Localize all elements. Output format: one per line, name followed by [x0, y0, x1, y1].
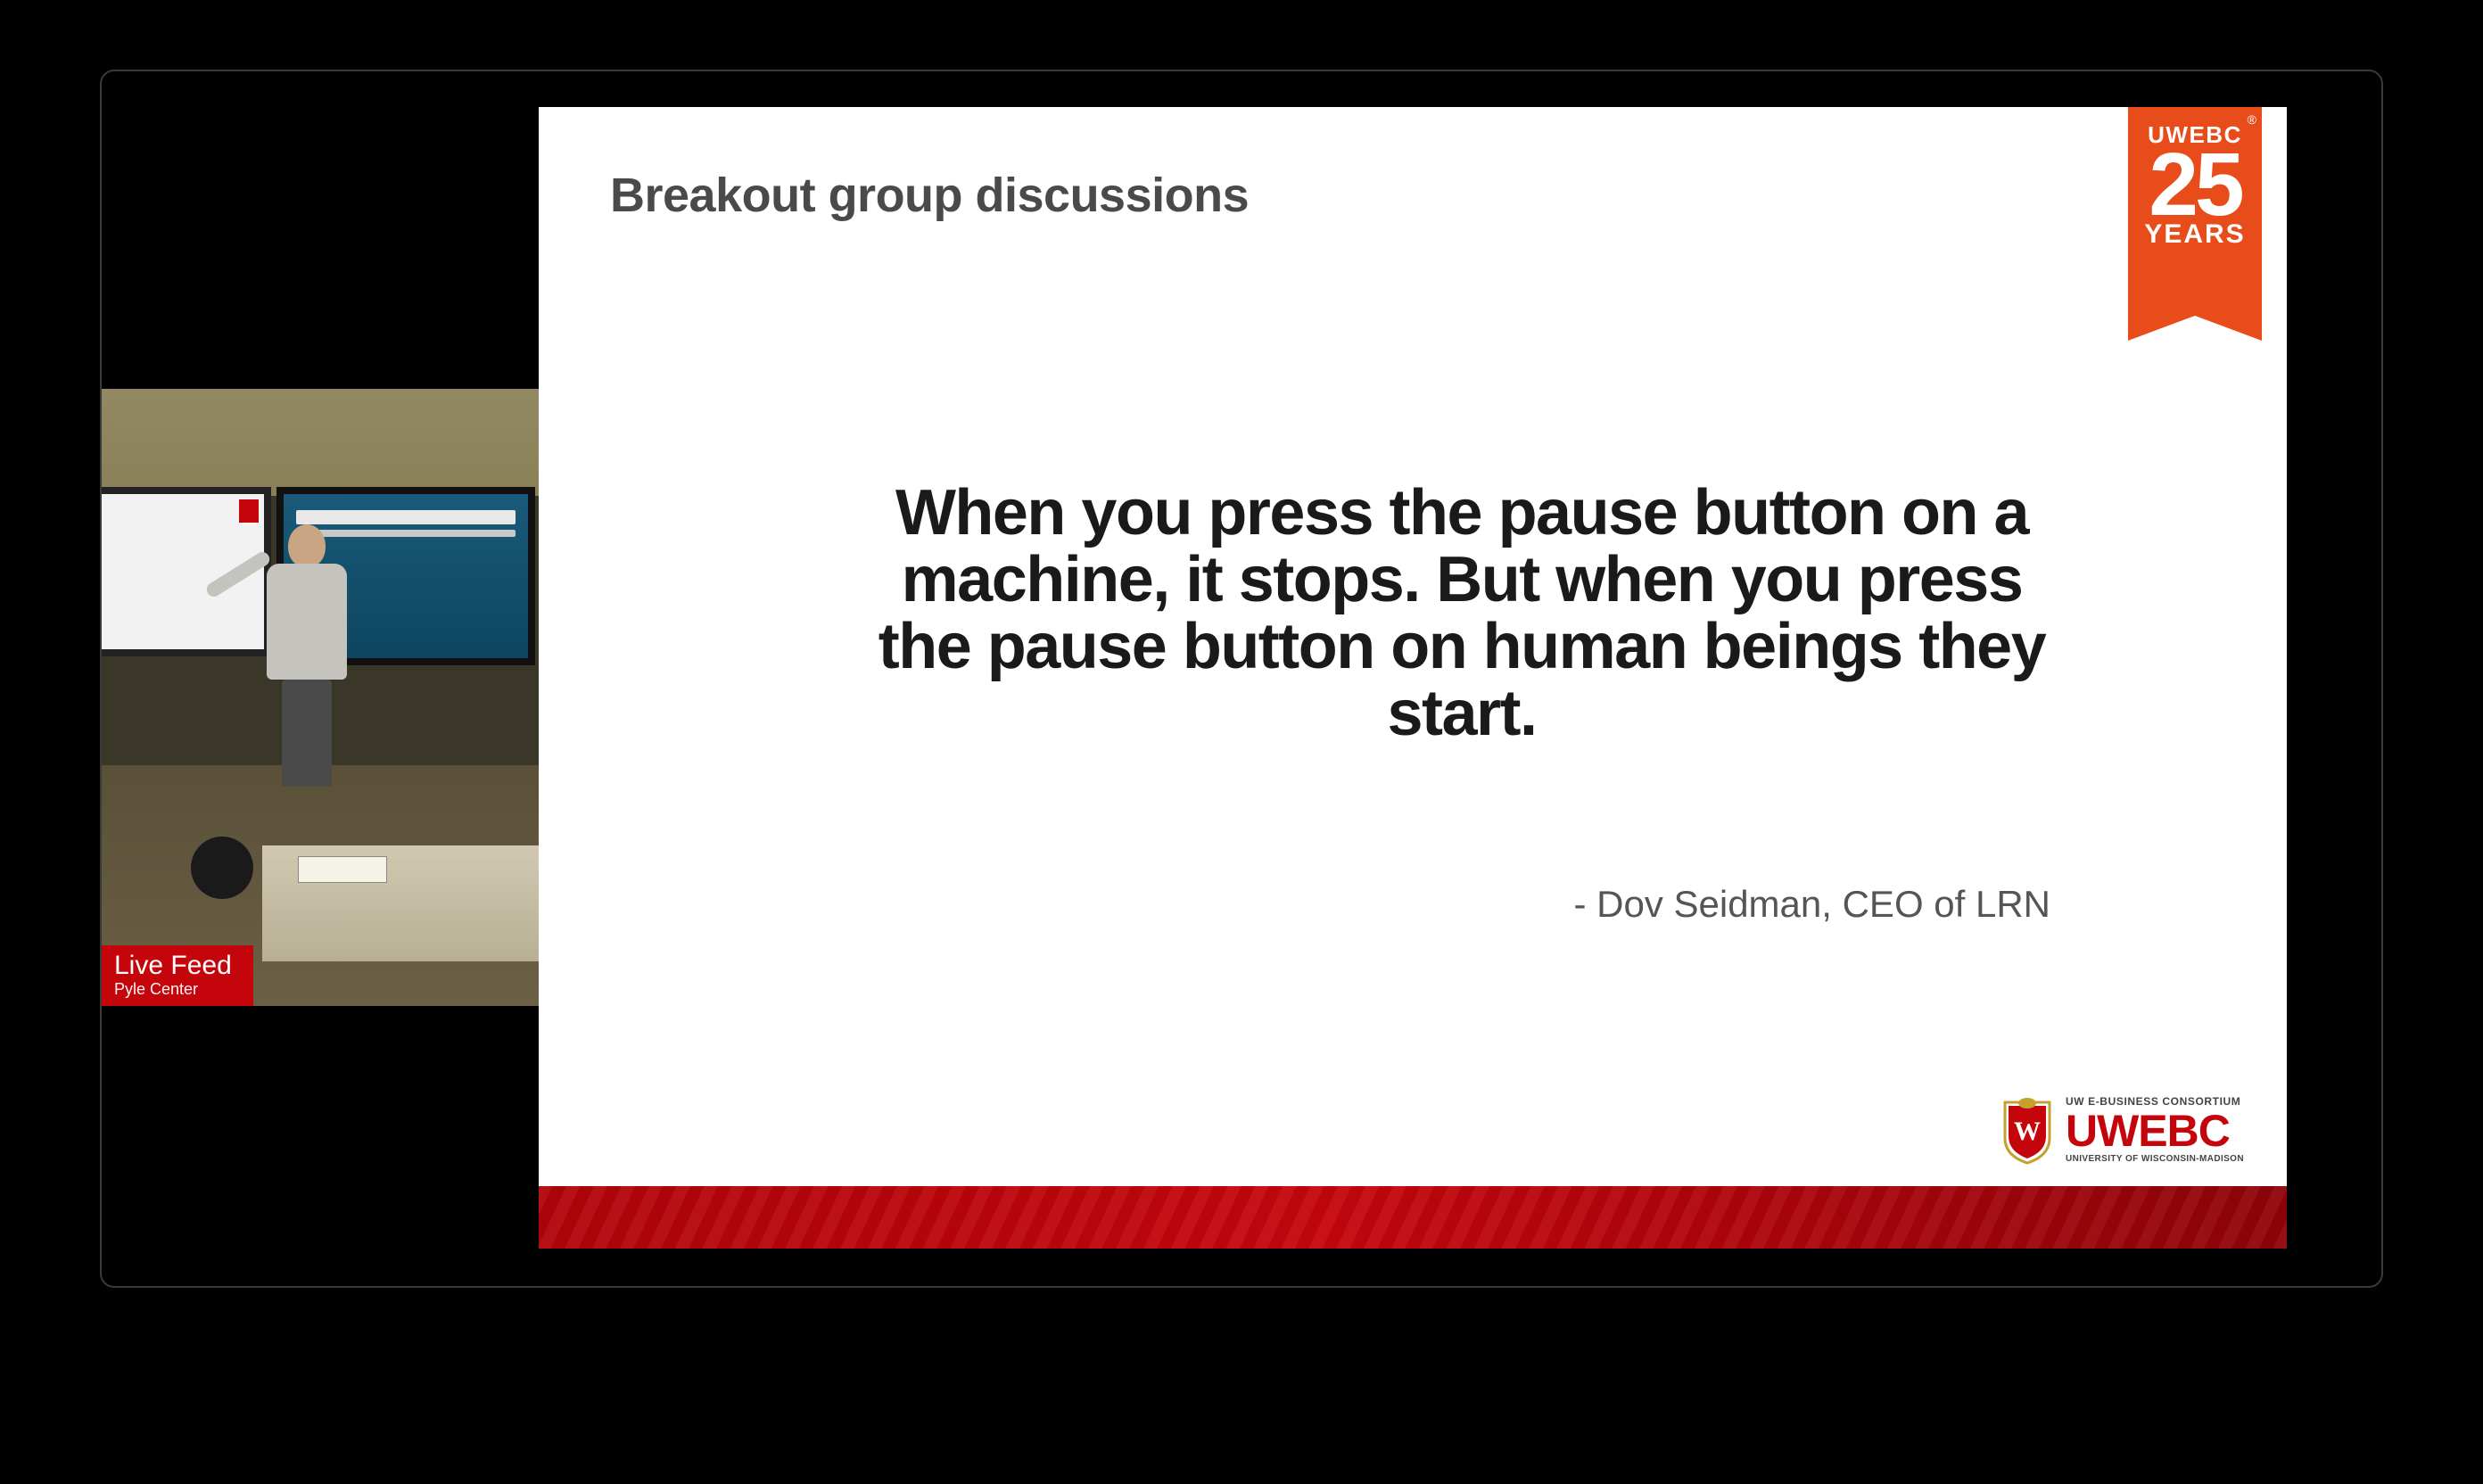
live-feed-title: Live Feed — [114, 951, 241, 980]
presenter-figure — [258, 524, 356, 783]
mini-ribbon-icon — [239, 499, 259, 523]
anniversary-ribbon: ® UWEBC 25 YEARS — [2128, 107, 2262, 316]
wisconsin-shield-icon: W — [2001, 1095, 2053, 1165]
live-feed-label: Live Feed Pyle Center — [102, 945, 253, 1006]
registered-mark: ® — [2248, 112, 2256, 127]
podium — [262, 845, 539, 961]
room-background — [102, 389, 539, 496]
slide-heading: Breakout group discussions — [610, 168, 1249, 223]
ribbon-number: 25 — [2128, 147, 2262, 223]
mini-window-bar — [296, 510, 516, 524]
live-feed-location: Pyle Center — [114, 980, 241, 999]
slide-footer-bar — [539, 1186, 2287, 1249]
logo-wordmark: UWEBC — [2066, 1109, 2244, 1153]
live-camera-feed: Live Feed Pyle Center — [102, 389, 539, 1006]
podium-panel — [298, 856, 387, 883]
presentation-slide: Breakout group discussions ® UWEBC 25 YE… — [539, 107, 2287, 1249]
logo-tagline-bottom: UNIVERSITY OF WISCONSIN-MADISON — [2066, 1155, 2244, 1164]
uwebc-logo: W UW E-BUSINESS CONSORTIUM UWEBC UNIVERS… — [2001, 1095, 2244, 1165]
quote-attribution: - Dov Seidman, CEO of LRN — [539, 883, 2050, 926]
audience-silhouette — [191, 837, 253, 899]
slide-quote: When you press the pause button on a mac… — [860, 480, 2064, 747]
logo-text-block: UW E-BUSINESS CONSORTIUM UWEBC UNIVERSIT… — [2066, 1096, 2244, 1164]
ribbon-years: YEARS — [2128, 219, 2262, 250]
video-player-frame[interactable]: Live Feed Pyle Center Breakout group dis… — [100, 70, 2383, 1288]
shield-letter: W — [2014, 1117, 2041, 1146]
